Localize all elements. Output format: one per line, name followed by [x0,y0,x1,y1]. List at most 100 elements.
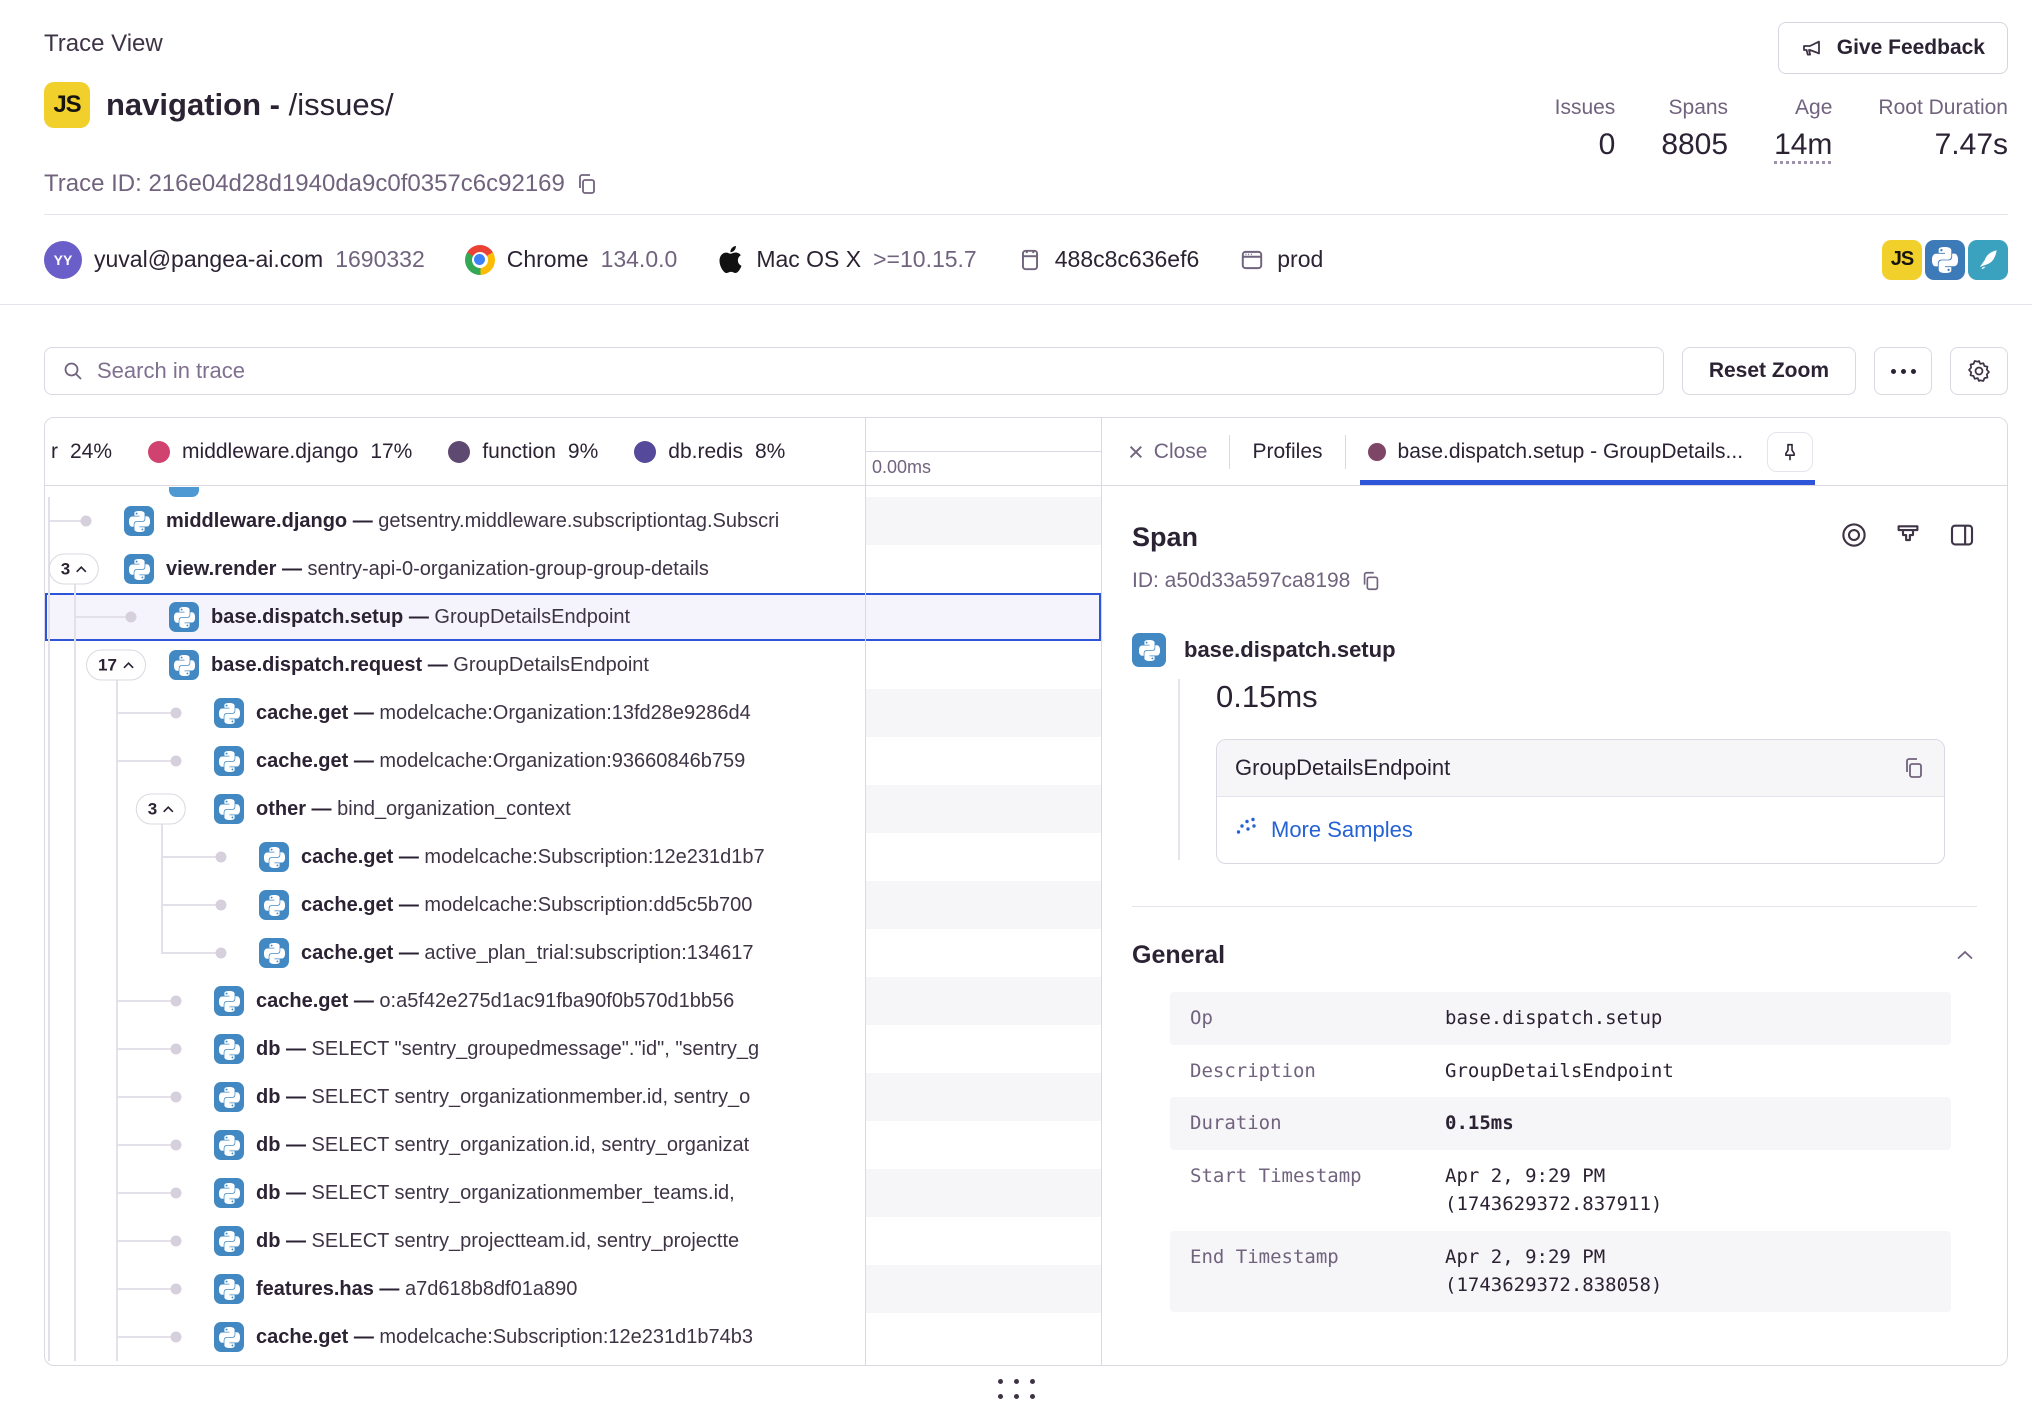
stat-value: 14m [1774,128,1832,162]
os-meta[interactable]: Mac OS X >=10.15.7 [717,246,976,273]
tree-row[interactable]: 3view.render — sentry-api-0-organization… [45,545,1101,593]
more-samples-link[interactable]: More Samples [1217,797,1944,863]
search-input[interactable]: Search in trace [44,347,1664,395]
timeline-cell[interactable] [865,1169,1101,1217]
funnel-icon[interactable] [1893,520,1923,555]
trace-id-row: Trace ID: 216e04d28d1940da9c0f0357c6c921… [44,170,2008,198]
tree-connector [116,1144,176,1146]
tree-row[interactable]: cache.get — modelcache:Organization:9366… [45,737,1101,785]
legend-item: function9% [448,440,598,464]
tree-guide-line [116,833,118,881]
user-meta[interactable]: YY yuval@pangea-ai.com 1690332 [44,241,425,279]
tree-row[interactable]: 17base.dispatch.request — GroupDetailsEn… [45,641,1101,689]
copy-icon[interactable] [1360,570,1382,592]
give-feedback-label: Give Feedback [1837,36,1985,60]
timeline-cell[interactable] [865,497,1101,545]
span-title: other — bind_organization_context [256,798,571,821]
tree-row[interactable]: base.dispatch.setup — GroupDetailsEndpoi… [45,593,1101,641]
child-count: 3 [148,799,157,819]
tree-connector [161,904,221,906]
tree-connector-dot [171,1188,182,1199]
tree-row[interactable]: db — SELECT sentry_projectteam.id, sentr… [45,1217,1101,1265]
expand-chip[interactable]: 3 [49,554,99,585]
span-title: cache.get — o:a5f42e275d1ac91fba90f0b570… [256,990,734,1013]
timeline-cell[interactable] [865,785,1101,833]
tree-row[interactable]: cache.get — modelcache:Organization:13fd… [45,689,1101,737]
general-section-header[interactable]: General [1132,941,1977,970]
timeline-cell[interactable] [865,1265,1101,1313]
span-op-row: base.dispatch.setup [1132,633,1977,667]
tree-row[interactable]: db — SELECT "sentry_groupedmessage"."id"… [45,1025,1101,1073]
tab-span-details[interactable]: base.dispatch.setup - GroupDetails... [1368,418,1814,485]
settings-button[interactable] [1950,347,2008,395]
python-icon [169,487,199,497]
python-platform-icon [1925,240,1965,280]
timeline-cell[interactable] [865,593,1101,641]
browser-meta[interactable]: Chrome 134.0.0 [465,245,678,275]
tree-row-content: db — SELECT sentry_organizationmember.id… [45,1073,865,1121]
span-heading-row: Span [1132,520,1977,555]
tree-row[interactable]: middleware.django — getsentry.middleware… [45,497,1101,545]
span-op-color-dot [1368,443,1386,461]
timeline-cell[interactable] [865,1025,1101,1073]
side-panel-layout-icon[interactable] [1947,520,1977,555]
close-icon: × [1128,442,1144,462]
timeline-cell[interactable] [865,1313,1101,1361]
panel-resize-handle[interactable] [0,1366,2032,1404]
python-icon [214,1034,244,1064]
tab-divider [1345,435,1346,469]
tree-row[interactable]: cache.get — modelcache:Subscription:12e2… [45,1313,1101,1361]
tree-row[interactable]: db — SELECT sentry_organization.id, sent… [45,1121,1101,1169]
tree-guide-line [74,641,76,689]
timeline-cell[interactable] [865,545,1101,593]
focus-target-icon[interactable] [1839,520,1869,555]
timeline-cell[interactable] [865,1217,1101,1265]
tree-timeline-divider[interactable] [865,418,866,1365]
tree-row-content: 3view.render — sentry-api-0-organization… [45,545,865,593]
python-icon [214,1226,244,1256]
tree-row[interactable]: db — SELECT sentry_organizationmember_te… [45,1169,1101,1217]
python-icon [259,842,289,872]
timeline-cell[interactable] [865,1121,1101,1169]
more-options-button[interactable] [1874,347,1932,395]
tree-guide-line [161,929,163,953]
timeline-header-top [866,418,1101,452]
environment-meta[interactable]: prod [1239,246,1323,273]
tree-row-content: cache.get — modelcache:Organization:13fd… [45,689,865,737]
timeline-cell[interactable] [865,881,1101,929]
trace-stat: Root Duration7.47s [1878,96,2008,162]
timeline-cell[interactable] [865,641,1101,689]
timeline-cell[interactable] [865,977,1101,1025]
close-drawer-button[interactable]: × Close [1128,440,1207,464]
tab-profiles[interactable]: Profiles [1252,418,1322,485]
tab-label: base.dispatch.setup - GroupDetails... [1398,440,1744,464]
timeline-cell[interactable] [865,737,1101,785]
tree-row[interactable]: cache.get — modelcache:Subscription:dd5c… [45,881,1101,929]
tree-row[interactable]: features.has — a7d618b8df01a890 [45,1265,1101,1313]
copy-icon[interactable] [575,172,599,196]
tree-row[interactable]: cache.get — modelcache:Subscription:12e2… [45,833,1101,881]
device-meta[interactable]: 488c8c636ef6 [1017,246,1200,273]
span-description-row: GroupDetailsEndpoint [1217,740,1944,797]
reset-zoom-button[interactable]: Reset Zoom [1682,347,1856,395]
timeline-cell[interactable] [865,833,1101,881]
tree-row[interactable]: cache.get — active_plan_trial:subscripti… [45,929,1101,977]
pin-tab-button[interactable] [1767,432,1813,472]
tree-row[interactable]: db — SELECT sentry_organizationmember.id… [45,1073,1101,1121]
general-row-label: Description [1190,1057,1445,1086]
timeline-cell[interactable] [865,689,1101,737]
span-samples-box: GroupDetailsEndpoint More Samples [1216,739,1945,864]
tree-row[interactable]: 3 other — bind_organization_context [45,785,1101,833]
give-feedback-button[interactable]: Give Feedback [1778,22,2008,74]
tree-row[interactable]: cache.get — o:a5f42e275d1ac91fba90f0b570… [45,977,1101,1025]
timeline-cell[interactable] [865,1073,1101,1121]
expand-chip[interactable]: 17 [86,650,146,681]
legend-pct: 9% [568,440,598,464]
tree-connector [161,952,221,954]
tree-row-content: cache.get — o:a5f42e275d1ac91fba90f0b570… [45,977,865,1025]
span-title: db — SELECT sentry_organization.id, sent… [256,1134,749,1157]
expand-chip[interactable]: 3 [136,794,186,825]
copy-icon[interactable] [1902,756,1926,780]
device-id: 488c8c636ef6 [1055,246,1200,273]
timeline-cell[interactable] [865,929,1101,977]
